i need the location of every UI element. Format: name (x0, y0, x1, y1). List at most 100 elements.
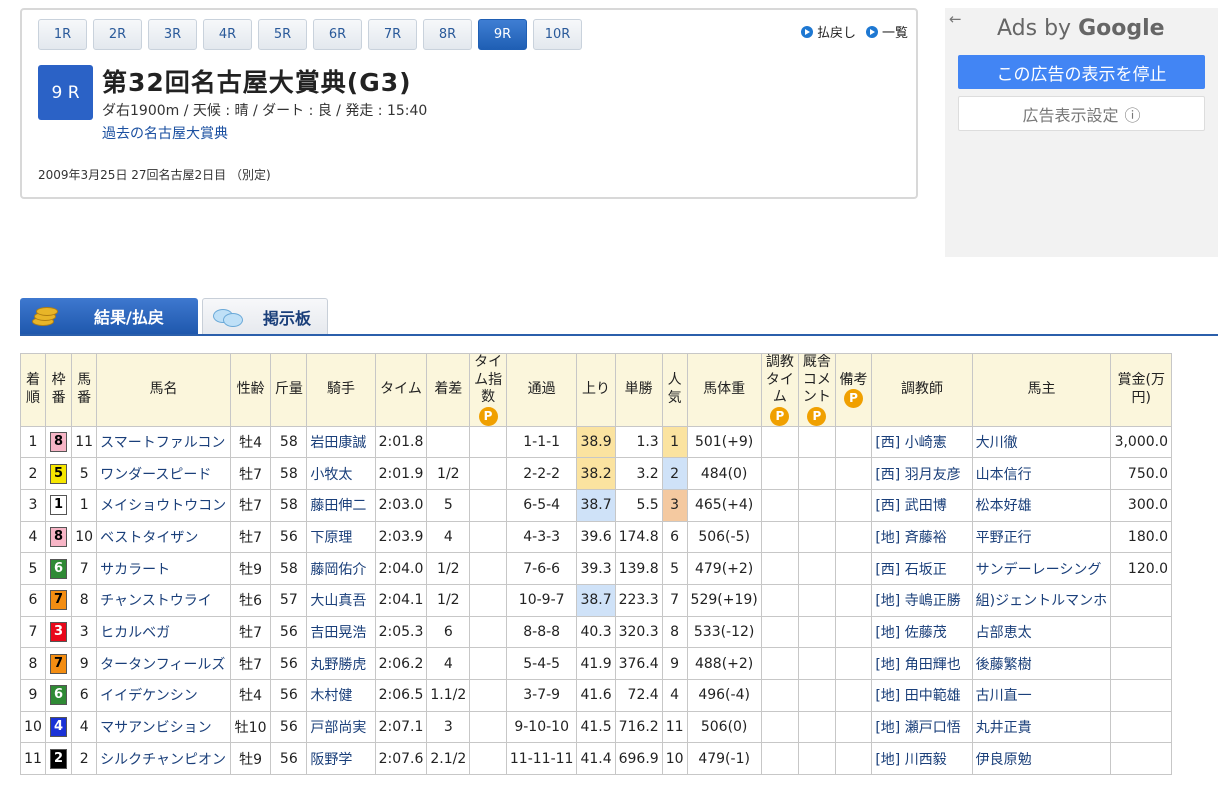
race-tab-1[interactable]: 1R (38, 19, 87, 50)
th-body-weight: 馬体重 (686, 353, 762, 427)
ad-settings-label: 広告表示設定 (1022, 105, 1119, 125)
horse-link[interactable]: ワンダースピード (100, 467, 211, 483)
horse-link[interactable]: スマートファルコン (100, 435, 225, 451)
tab-results[interactable]: 結果/払戻 (20, 298, 198, 334)
owner-link[interactable]: 松本好雄 (976, 498, 1032, 514)
race-conditions: ダ右1900m / 天候 : 晴 / ダート : 良 / 発走 : 15:40 (102, 103, 428, 119)
th-odds: 単勝 (614, 353, 663, 427)
th-time-index: タイム指数 P (469, 353, 507, 427)
owner-link[interactable]: 組)ジェントルマンホ (976, 593, 1107, 609)
horse-link[interactable]: チャンストウライ (100, 593, 212, 609)
jockey-link[interactable]: 岩田康誠 (310, 435, 366, 451)
owner-link[interactable]: 古川直一 (976, 688, 1032, 704)
owner-link[interactable]: 丸井正貴 (976, 720, 1032, 736)
jockey-link[interactable]: 吉田晃浩 (310, 625, 366, 641)
premium-p-icon[interactable]: P (478, 406, 498, 426)
ad-settings-button[interactable]: 広告表示設定 ⓘ (958, 96, 1205, 131)
race-tab-7[interactable]: 7R (368, 19, 417, 50)
stop-ad-button[interactable]: この広告の表示を停止 (958, 55, 1205, 89)
cell-pop: 9 (661, 647, 688, 680)
race-tab-8[interactable]: 8R (423, 19, 472, 50)
info-icon: ⓘ (1124, 105, 1141, 125)
cell-time-index (469, 647, 507, 680)
horse-link[interactable]: シルクチャンピオン (100, 752, 226, 768)
cell-rank: 10 (20, 710, 46, 744)
payout-link[interactable]: 払戻し (800, 22, 856, 41)
race-tab-5[interactable]: 5R (258, 19, 307, 50)
jockey-link[interactable]: 木村健 (310, 688, 352, 704)
race-tab-3[interactable]: 3R (148, 19, 197, 50)
cell-bw: 506(-5) (686, 520, 762, 554)
race-tab-4[interactable]: 4R (203, 19, 252, 50)
race-tab-9[interactable]: 9R (478, 19, 527, 50)
trainer-link[interactable]: [西] 小崎憲 (875, 435, 946, 451)
race-tab-10[interactable]: 10R (533, 19, 582, 50)
jockey-link[interactable]: 阪野学 (310, 752, 352, 768)
jockey-link[interactable]: 藤田伸二 (310, 498, 366, 514)
jockey-link[interactable]: 大山真吾 (310, 593, 366, 609)
cell-sex-age: 牡10 (229, 710, 272, 744)
cell-rank: 4 (20, 520, 46, 554)
cell-margin (426, 425, 471, 459)
cell-horse: ヒカルベガ (96, 615, 231, 649)
th-frame: 枠番 (44, 353, 73, 427)
owner-link[interactable]: 後藤繁樹 (976, 657, 1032, 673)
trainer-link[interactable]: [地] 角田輝也 (875, 657, 960, 673)
premium-p-icon[interactable]: P (770, 406, 790, 426)
jockey-link[interactable]: 戸部尚実 (310, 720, 366, 736)
th-jockey: 騎手 (306, 353, 376, 427)
premium-p-icon[interactable]: P (844, 389, 864, 408)
speech-bubble-icon (213, 307, 243, 327)
owner-link[interactable]: 山本信行 (976, 467, 1032, 483)
premium-p-icon[interactable]: P (807, 406, 827, 426)
past-races-link[interactable]: 過去の名古屋大賞典 (102, 123, 228, 143)
horse-link[interactable]: マサアンビション (100, 720, 211, 736)
horse-link[interactable]: ベストタイザン (100, 530, 198, 546)
trainer-link[interactable]: [地] 田中範雄 (875, 688, 960, 704)
jockey-link[interactable]: 小牧太 (310, 467, 352, 483)
jockey-link[interactable]: 下原理 (310, 530, 352, 546)
cell-comment (798, 520, 836, 554)
tab-board[interactable]: 掲示板 (202, 298, 328, 334)
trainer-link[interactable]: [地] 瀬戸口悟 (875, 720, 960, 736)
cell-remarks (834, 520, 873, 554)
cell-frame: 5 (44, 457, 73, 490)
trainer-link[interactable]: [地] 佐藤茂 (875, 625, 946, 641)
trainer-link[interactable]: [地] 川西毅 (875, 752, 946, 768)
cell-remarks (834, 583, 873, 617)
horse-link[interactable]: ヒカルベガ (100, 625, 170, 641)
table-row: 11 2 2 シルクチャンピオン 牡9 56 阪野学 2:07.6 2.1/2 11-11-11 4… (20, 742, 1172, 776)
cell-trainer: [地] 佐藤茂 (871, 615, 973, 649)
cell-bw: 479(-1) (686, 742, 762, 776)
owner-link[interactable]: サンデーレーシング (976, 562, 1102, 578)
table-row: 5 6 7 サカラート 牡9 58 藤岡佑介 2:04.0 1/2 7-6-6 39.3 139.8 5… (20, 552, 1172, 585)
trainer-link[interactable]: [地] 斉藤裕 (875, 530, 946, 546)
trainer-link[interactable]: [西] 羽月友彦 (875, 467, 960, 483)
list-link[interactable]: 一覧 (865, 22, 908, 41)
owner-link[interactable]: 占部恵太 (976, 625, 1032, 641)
cell-rank: 7 (20, 615, 46, 649)
cell-owner: サンデーレーシング (971, 552, 1112, 585)
trainer-link[interactable]: [西] 石坂正 (875, 562, 946, 578)
horse-link[interactable]: メイショウトウコン (100, 498, 226, 514)
frame-badge: 1 (50, 495, 68, 516)
jockey-link[interactable]: 藤岡佑介 (310, 562, 366, 578)
horse-link[interactable]: タータンフィールズ (100, 657, 225, 673)
trainer-link[interactable]: [地] 寺嶋正勝 (875, 593, 960, 609)
owner-link[interactable]: 伊良原勉 (976, 752, 1032, 768)
google-brand: Google (1078, 16, 1165, 41)
owner-link[interactable]: 大川徹 (976, 435, 1018, 451)
horse-link[interactable]: イイデケンシン (100, 688, 198, 704)
back-arrow-icon[interactable]: ← (949, 10, 962, 28)
cell-rank: 3 (20, 488, 46, 522)
horse-link[interactable]: サカラート (100, 562, 170, 578)
race-tab-6[interactable]: 6R (313, 19, 362, 50)
cell-frame: 2 (44, 742, 73, 776)
cell-sex-age: 牡7 (229, 520, 272, 554)
trainer-link[interactable]: [西] 武田博 (875, 498, 946, 514)
cell-bw: 465(+4) (686, 488, 762, 522)
jockey-link[interactable]: 丸野勝虎 (310, 657, 366, 673)
owner-link[interactable]: 平野正行 (976, 530, 1032, 546)
cell-weight: 58 (270, 425, 308, 459)
race-tab-2[interactable]: 2R (93, 19, 142, 50)
